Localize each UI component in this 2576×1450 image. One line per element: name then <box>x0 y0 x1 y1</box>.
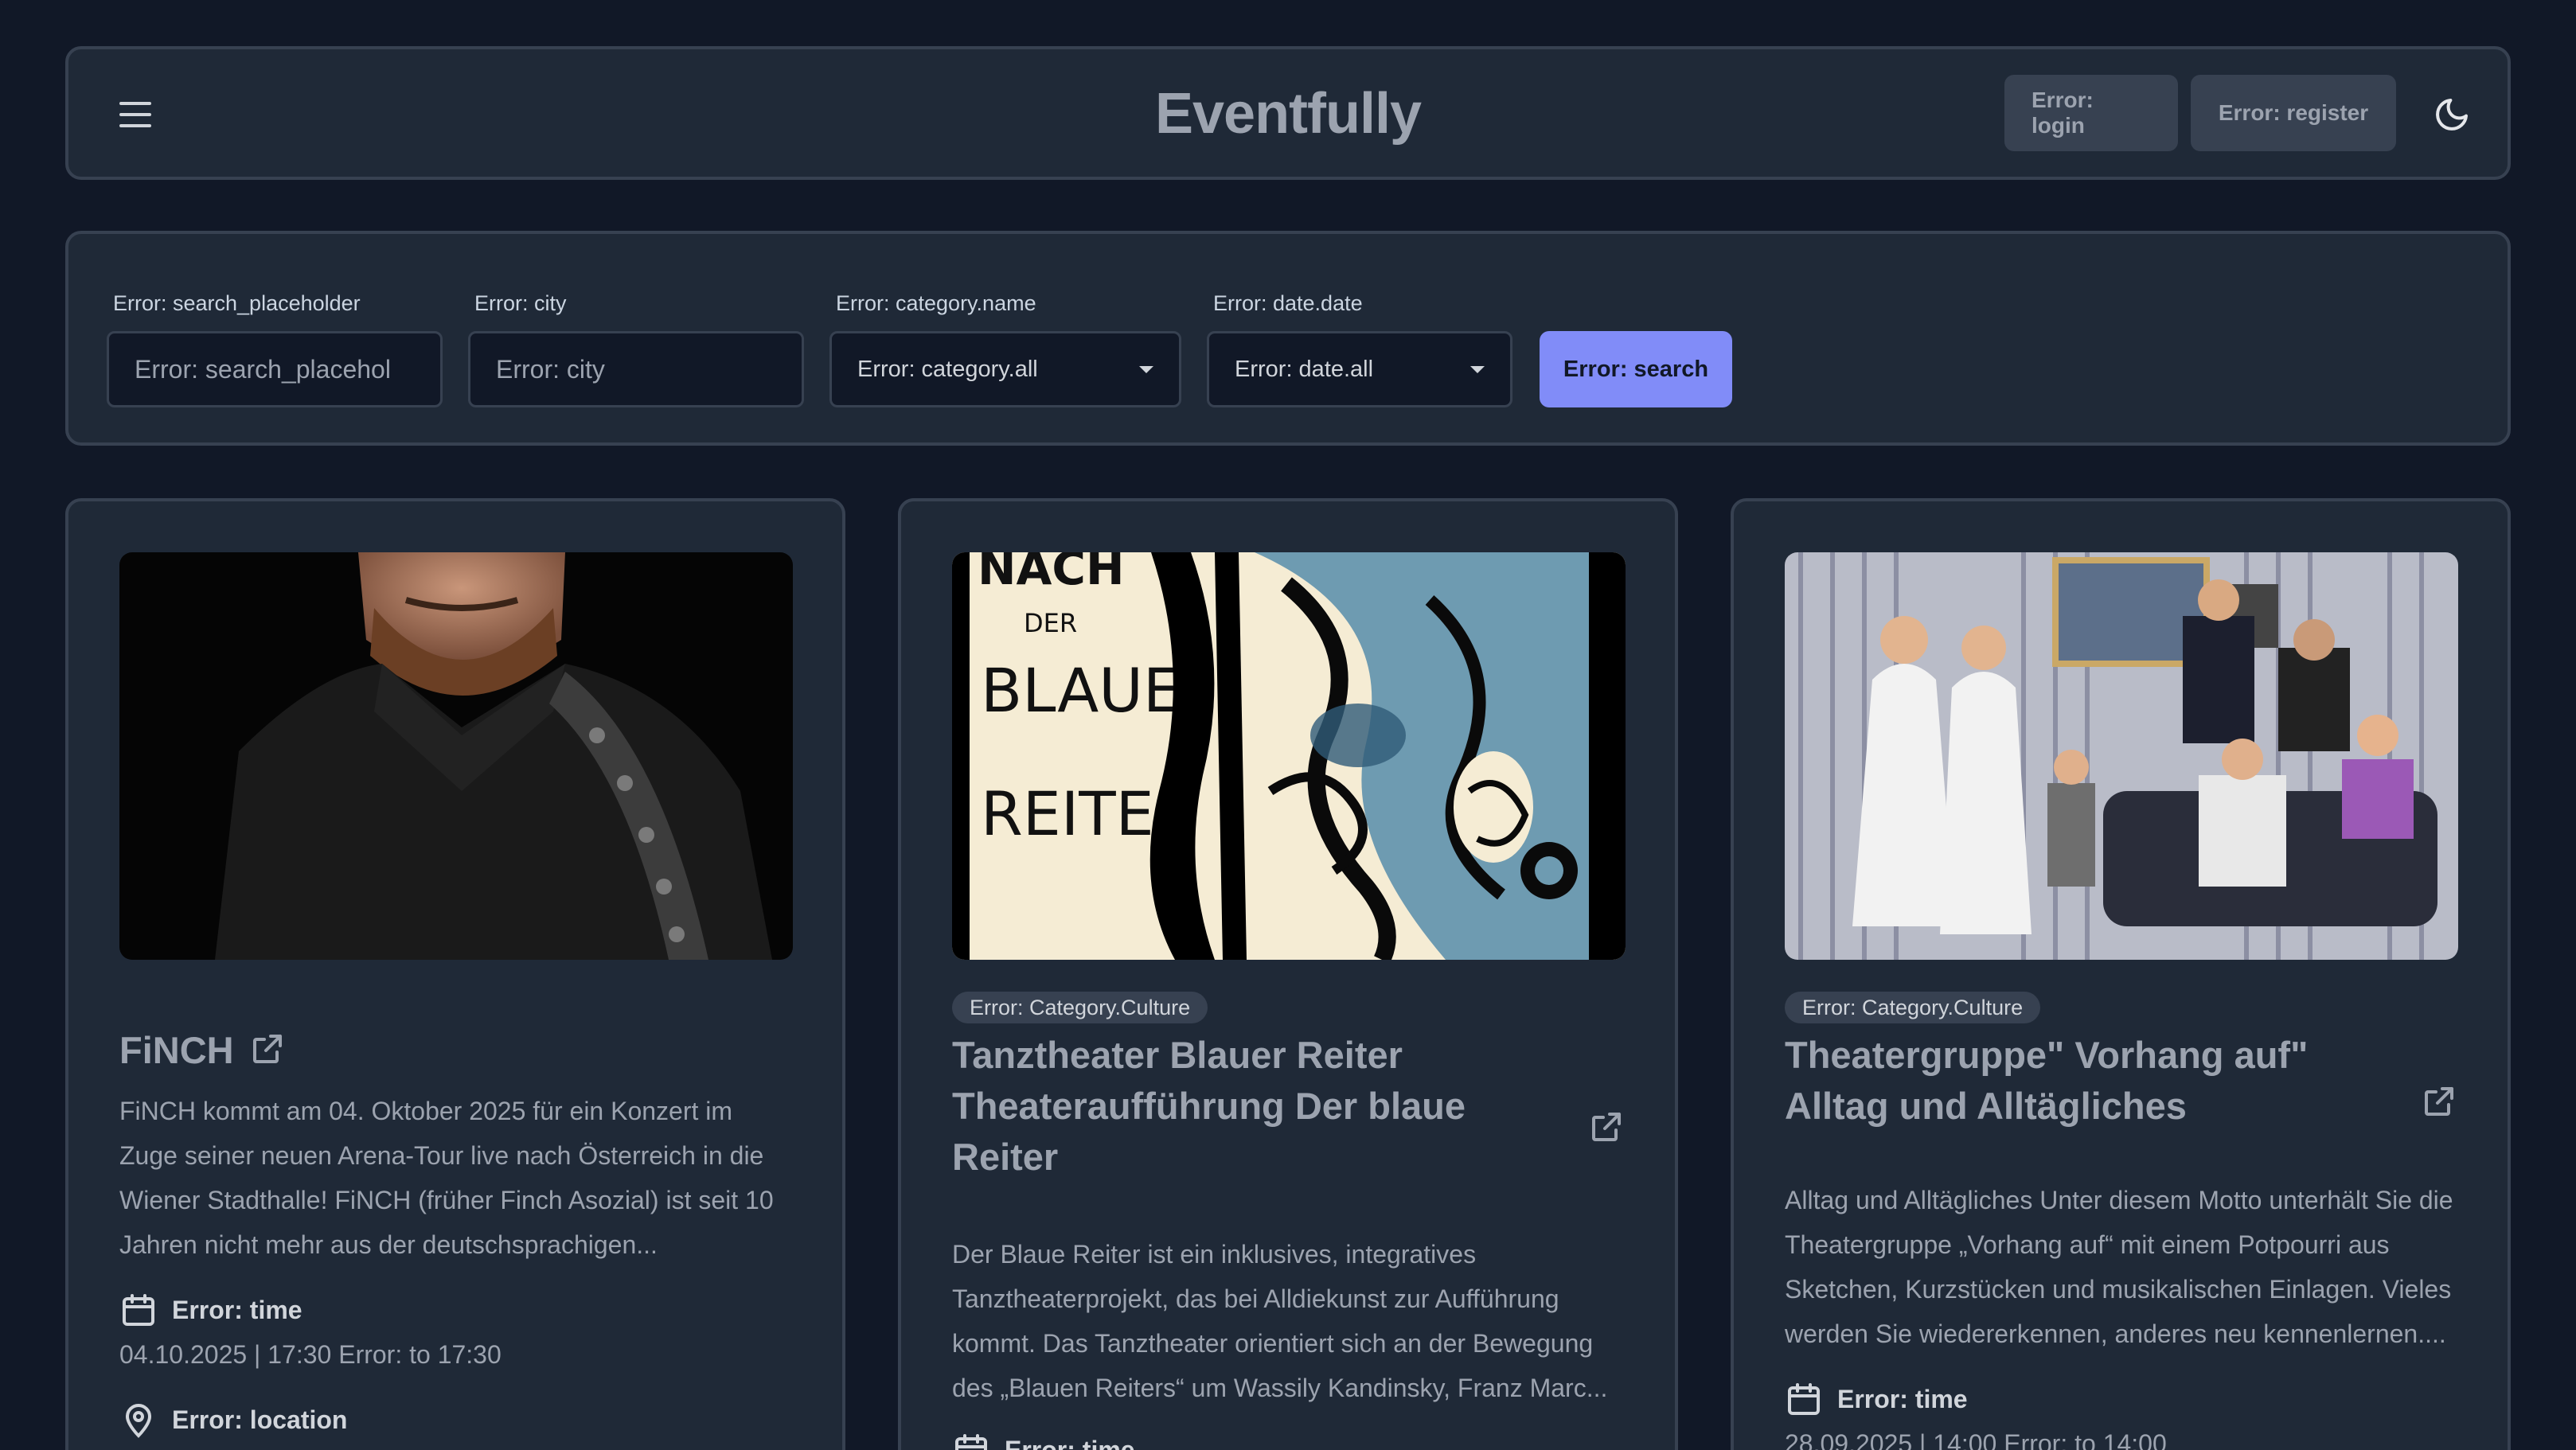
event-time-row: Error: time <box>1785 1380 1968 1418</box>
city-label: Error: city <box>474 291 567 315</box>
poster-text-blaue: BLAUE <box>981 655 1181 726</box>
app-header: Eventfully Error: login Error: register <box>65 46 2511 180</box>
event-time-value: 04.10.2025 | 17:30 Error: to 17:30 <box>119 1340 502 1369</box>
city-input-placeholder: Error: city <box>496 354 605 384</box>
external-link-icon[interactable] <box>248 1030 287 1068</box>
event-time-row: Error: time <box>119 1291 302 1329</box>
time-label: Error: time <box>172 1295 302 1324</box>
event-title[interactable]: Tanztheater Blauer Reiter Theateraufführ… <box>952 1030 1557 1183</box>
search-input[interactable]: Error: search_placehol <box>107 331 443 407</box>
event-description: Alltag und Alltägliches Unter diesem Mot… <box>1785 1186 2453 1348</box>
event-description: FiNCH kommt am 04. Oktober 2025 für ein … <box>119 1097 774 1259</box>
location-label: Error: location <box>172 1405 348 1434</box>
category-badge: Error: Category.Culture <box>1785 992 2041 1023</box>
moon-icon <box>2436 99 2468 131</box>
event-location-row: Error: location <box>119 1401 347 1439</box>
external-link-icon[interactable] <box>2420 1082 2458 1121</box>
event-card[interactable]: NACH DER BLAUE REITER Error: Category.Cu… <box>898 498 1678 1450</box>
event-image-blauer-reiter[interactable]: NACH DER BLAUE REITER <box>952 552 1626 960</box>
register-button[interactable]: Error: register <box>2191 75 2396 151</box>
event-time-value: 28.09.2025 | 14:00 Error: to 14:00 <box>1785 1429 2167 1450</box>
date-select-value: Error: date.all <box>1235 356 1374 382</box>
map-pin-icon <box>125 1404 152 1438</box>
event-title[interactable]: FiNCH <box>119 1025 234 1076</box>
event-card[interactable]: Error: Category.Culture Theatergruppe" V… <box>1731 498 2511 1450</box>
search-panel: Error: search_placeholder Error: search_… <box>65 231 2511 446</box>
category-select[interactable]: Error: category.all <box>829 331 1181 407</box>
page: Eventfully Error: login Error: register … <box>0 0 2576 1450</box>
theme-toggle-button[interactable] <box>2423 86 2480 143</box>
event-image-vorhang-auf[interactable] <box>1785 552 2458 960</box>
poster-text-nach: NACH <box>978 552 1125 595</box>
poster-text-der: DER <box>1024 608 1077 638</box>
event-image-finch[interactable] <box>119 552 793 960</box>
chevron-down-icon <box>1470 365 1485 373</box>
category-badge: Error: Category.Culture <box>952 992 1208 1023</box>
search-label: Error: search_placeholder <box>113 291 361 315</box>
time-label: Error: time <box>1005 1435 1135 1450</box>
event-time-row: Error: time <box>952 1431 1135 1450</box>
category-label: Error: category.name <box>836 291 1036 315</box>
event-title[interactable]: Theatergruppe" Vorhang auf" Alltag und A… <box>1785 1030 2390 1132</box>
external-link-icon[interactable] <box>1587 1108 1626 1146</box>
time-label: Error: time <box>1837 1384 1968 1413</box>
event-card[interactable]: FiNCH FiNCH kommt am 04. Oktober 2025 fü… <box>65 498 845 1450</box>
calendar-icon <box>1788 1383 1820 1415</box>
calendar-icon <box>955 1434 987 1450</box>
date-select[interactable]: Error: date.all <box>1207 331 1512 407</box>
date-label: Error: date.date <box>1213 291 1363 315</box>
city-input[interactable]: Error: city <box>468 331 804 407</box>
calendar-icon <box>123 1294 154 1326</box>
search-button[interactable]: Error: search <box>1540 331 1732 407</box>
search-input-placeholder: Error: search_placehol <box>135 354 391 384</box>
category-select-value: Error: category.all <box>857 356 1038 382</box>
login-button[interactable]: Error: login <box>2004 75 2178 151</box>
chevron-down-icon <box>1139 365 1153 373</box>
event-description: Der Blaue Reiter ist ein inklusives, int… <box>952 1240 1608 1402</box>
